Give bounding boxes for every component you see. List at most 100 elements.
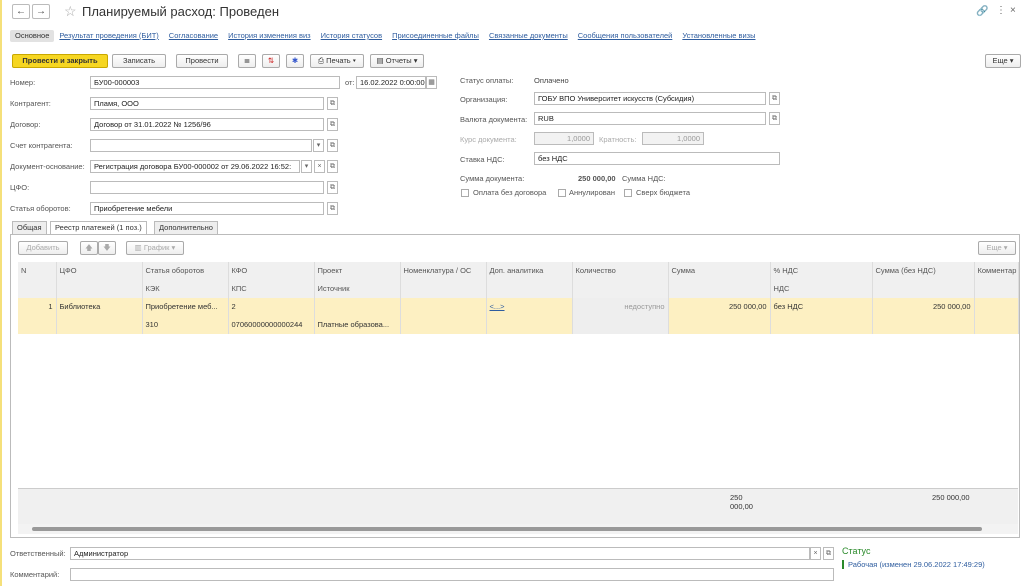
tab-approval[interactable]: Согласование <box>164 30 223 42</box>
cell-link[interactable]: <...> <box>486 298 573 316</box>
write-button[interactable]: Записать <box>112 54 166 68</box>
journal-icon[interactable]: ≣ <box>238 54 256 68</box>
table-row[interactable]: 310 07060000000000244 Платные образова... <box>18 316 1019 334</box>
col-header[interactable]: Статья оборотов <box>142 262 229 280</box>
col-header[interactable]: КЭК <box>142 280 229 298</box>
subtab-additional[interactable]: Дополнительно <box>154 221 218 234</box>
col-header[interactable]: НДС <box>770 280 873 298</box>
cell[interactable] <box>400 316 487 334</box>
col-header[interactable]: Доп. аналитика <box>486 262 573 280</box>
col-header[interactable]: Номенклатура / ОС <box>400 262 487 280</box>
col-header[interactable]: Комментар <box>974 262 1019 280</box>
cell[interactable] <box>974 298 1019 316</box>
dt-kt-icon[interactable]: ⇅ <box>262 54 280 68</box>
open-link-icon[interactable]: ⧉ <box>327 181 338 194</box>
post-and-close-button[interactable]: Провести и закрыть <box>12 54 108 68</box>
tab-main[interactable]: Основное <box>10 30 55 42</box>
basis-field[interactable]: Регистрация договора БУ00-000002 от 29.0… <box>90 160 300 173</box>
more-button[interactable]: Еще ▾ <box>985 54 1021 68</box>
date-field[interactable]: 16.02.2022 0:00:00 <box>356 76 426 89</box>
article-field[interactable]: Приобретение мебели <box>90 202 324 215</box>
col-header[interactable]: КПС <box>228 280 315 298</box>
subtab-payments[interactable]: Реестр платежей (1 поз.) <box>50 221 147 235</box>
cell[interactable] <box>56 316 143 334</box>
col-header[interactable]: % НДС <box>770 262 873 280</box>
checkbox-over-budget[interactable] <box>624 189 632 197</box>
open-link-icon[interactable]: ⧉ <box>327 202 338 215</box>
tab-linked-docs[interactable]: Связанные документы <box>484 30 573 42</box>
open-link-icon[interactable]: ⧉ <box>327 97 338 110</box>
tab-status-history[interactable]: История статусов <box>316 30 387 42</box>
checkbox-cancelled[interactable] <box>558 189 566 197</box>
cell[interactable] <box>872 316 975 334</box>
cell[interactable]: 2 <box>228 298 315 316</box>
post-button[interactable]: Провести <box>176 54 228 68</box>
comment-field[interactable] <box>70 568 834 581</box>
add-row-button[interactable]: Добавить <box>18 241 68 255</box>
calendar-icon[interactable]: ▦ <box>426 76 437 89</box>
cell[interactable] <box>486 316 573 334</box>
col-header[interactable] <box>56 280 143 298</box>
reports-button[interactable]: ▤ Отчеты ▾ <box>370 54 424 68</box>
cell[interactable]: Приобретение меб... <box>142 298 229 316</box>
col-header[interactable]: Проект <box>314 262 401 280</box>
cell[interactable]: 310 <box>142 316 229 334</box>
cell[interactable]: 07060000000000244 <box>228 316 315 334</box>
tab-files[interactable]: Присоединенные файлы <box>387 30 484 42</box>
col-header[interactable] <box>974 280 1019 298</box>
cell[interactable]: без НДС <box>770 298 873 316</box>
open-link-icon[interactable]: ⧉ <box>769 112 780 125</box>
cell[interactable] <box>400 298 487 316</box>
cell[interactable] <box>668 316 771 334</box>
account-field[interactable] <box>90 139 312 152</box>
horizontal-scrollbar[interactable] <box>18 524 1018 534</box>
col-header[interactable]: КФО <box>228 262 315 280</box>
col-header[interactable] <box>668 280 771 298</box>
cell[interactable] <box>974 316 1019 334</box>
chart-button[interactable]: ▥ График ▾ <box>126 241 184 255</box>
structure-icon[interactable]: ✱ <box>286 54 304 68</box>
vat-rate-field[interactable]: без НДС <box>534 152 780 165</box>
checkbox-no-contract[interactable] <box>461 189 469 197</box>
tab-visa-history[interactable]: История изменения виз <box>223 30 316 42</box>
col-header[interactable] <box>572 280 669 298</box>
col-header[interactable]: Сумма (без НДС) <box>872 262 975 280</box>
cell[interactable]: Библиотека <box>56 298 143 316</box>
open-link-icon[interactable]: ⧉ <box>327 118 338 131</box>
move-up-icon[interactable]: 🡅 <box>80 241 98 255</box>
col-header[interactable] <box>18 280 57 298</box>
col-header[interactable]: Сумма <box>668 262 771 280</box>
print-button[interactable]: ⎙ Печать ▾ <box>310 54 364 68</box>
cell[interactable] <box>770 316 873 334</box>
cell[interactable] <box>314 298 401 316</box>
dropdown-icon[interactable]: ▾ <box>313 139 324 152</box>
col-header[interactable]: Источник <box>314 280 401 298</box>
tab-visas[interactable]: Установленные визы <box>677 30 760 42</box>
tab-messages[interactable]: Сообщения пользователей <box>573 30 678 42</box>
org-field[interactable]: ГОБУ ВПО Университет искусств (Субсидия) <box>534 92 766 105</box>
cell[interactable] <box>18 316 57 334</box>
cfo-field[interactable] <box>90 181 324 194</box>
col-header[interactable]: N <box>18 262 57 280</box>
clear-icon[interactable]: × <box>314 160 325 173</box>
currency-field[interactable]: RUB <box>534 112 766 125</box>
open-link-icon[interactable]: ⧉ <box>327 139 338 152</box>
tab-bit-result[interactable]: Результат проведения (БИТ) <box>54 30 163 42</box>
col-header[interactable]: Количество <box>572 262 669 280</box>
link-icon[interactable]: 🔗 <box>976 6 988 17</box>
open-link-icon[interactable]: ⧉ <box>327 160 338 173</box>
open-link-icon[interactable]: ⧉ <box>823 547 834 560</box>
cell[interactable]: Платные образова... <box>314 316 401 334</box>
cell[interactable]: 250 000,00 <box>668 298 771 316</box>
table-row[interactable]: 1 Библиотека Приобретение меб... 2 <...> недо… <box>18 298 1019 316</box>
col-header[interactable] <box>872 280 975 298</box>
move-down-icon[interactable]: 🡇 <box>98 241 116 255</box>
back-button[interactable]: ← <box>12 4 30 19</box>
number-field[interactable]: БУ00-000003 <box>90 76 340 89</box>
subtab-general[interactable]: Общая <box>12 221 47 234</box>
col-header[interactable]: ЦФО <box>56 262 143 280</box>
cell[interactable]: 250 000,00 <box>872 298 975 316</box>
scrollbar-thumb[interactable] <box>32 527 982 531</box>
close-icon[interactable]: × <box>1010 5 1016 16</box>
cell[interactable]: 1 <box>18 298 57 316</box>
